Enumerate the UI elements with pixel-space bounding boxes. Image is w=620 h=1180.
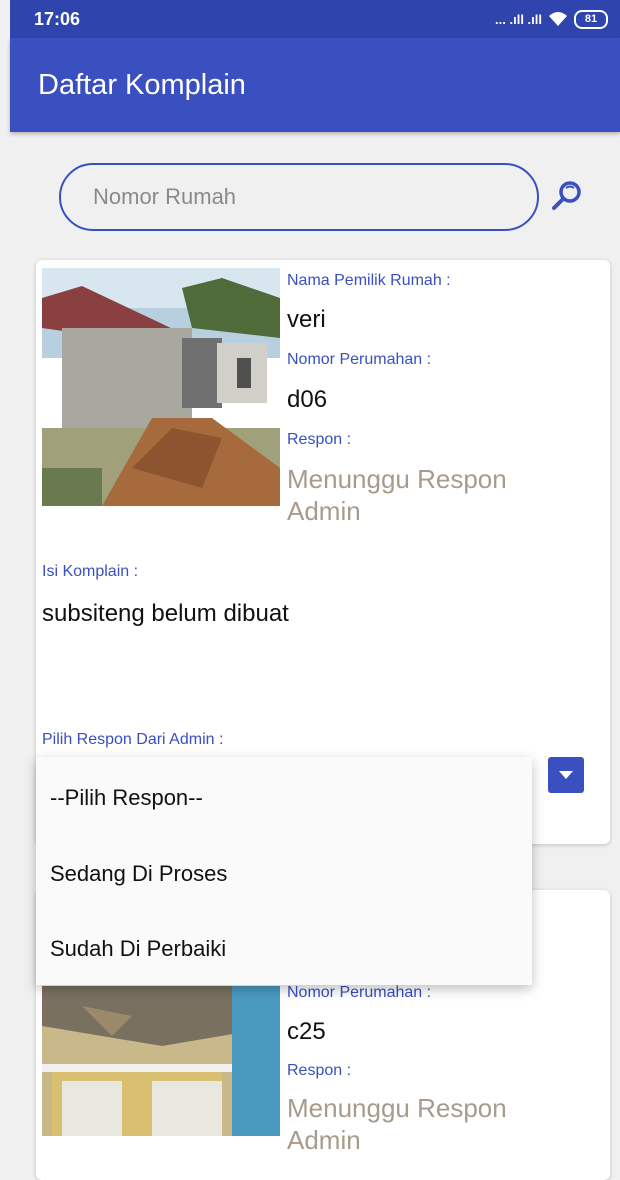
search-input[interactable] <box>59 163 539 231</box>
select-response-label: Pilih Respon Dari Admin : <box>42 731 224 748</box>
house-number-value: c25 <box>287 1018 326 1045</box>
status-bar: 17:06 ... .ıll .ıll 81 <box>10 0 620 38</box>
chevron-down-icon[interactable] <box>548 757 584 793</box>
app-bar: Daftar Komplain <box>10 38 620 132</box>
response-label: Respon : <box>287 431 352 448</box>
dropdown-option[interactable]: Sedang Di Proses <box>50 861 227 887</box>
complaint-text: subsiteng belum dibuat <box>42 600 289 627</box>
owner-label: Nama Pemilik Rumah : <box>287 272 451 289</box>
house-number-value: d06 <box>287 386 328 413</box>
search-bar <box>59 163 539 231</box>
battery-icon: 81 <box>574 9 608 29</box>
dropdown-option[interactable]: Sudah Di Perbaiki <box>50 936 226 962</box>
signal-icon: ... .ıll .ıll <box>495 11 542 27</box>
owner-value: veri <box>287 306 326 333</box>
page-title: Daftar Komplain <box>38 68 246 101</box>
response-value: Menunggu Respon Admin <box>287 464 507 526</box>
house-number-label: Nomor Perumahan : <box>287 984 432 1001</box>
house-photo <box>42 268 280 506</box>
wifi-icon <box>549 12 567 26</box>
response-value: Menunggu Respon Admin <box>287 1093 507 1155</box>
status-icons: ... .ıll .ıll 81 <box>495 9 608 29</box>
search-icon[interactable] <box>548 176 588 216</box>
house-number-label: Nomor Perumahan : <box>287 351 432 368</box>
response-dropdown-menu: --Pilih Respon-- Sedang Di Proses Sudah … <box>36 757 532 985</box>
status-time: 17:06 <box>34 8 81 29</box>
response-label: Respon : <box>287 1062 352 1079</box>
house-photo <box>42 986 280 1136</box>
house-photo-image <box>42 986 280 1136</box>
dropdown-option[interactable]: --Pilih Respon-- <box>50 785 203 811</box>
house-photo-image <box>42 268 280 506</box>
complaint-label: Isi Komplain : <box>42 563 139 580</box>
